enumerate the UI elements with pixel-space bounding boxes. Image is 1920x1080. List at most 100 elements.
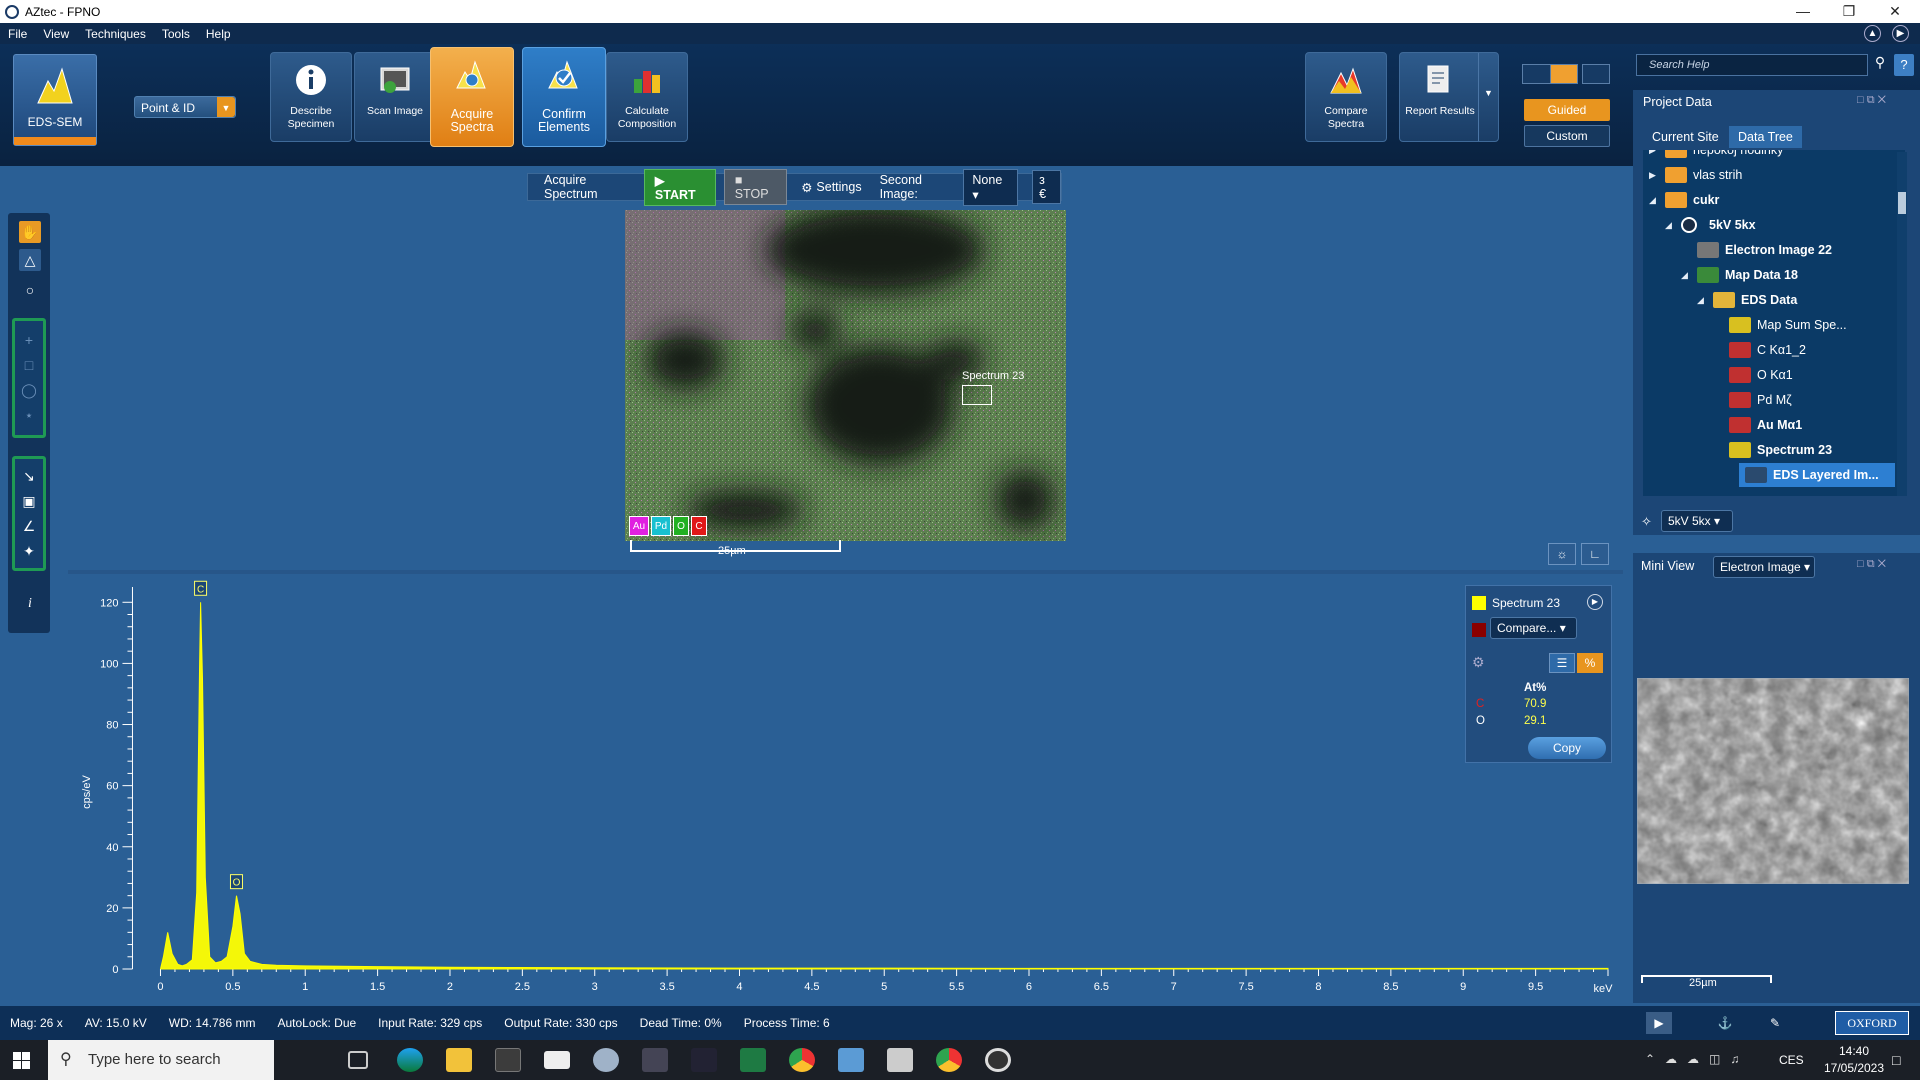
tree-item[interactable]: ▶ vlas strih <box>1643 163 1905 187</box>
tree-item[interactable]: ◢ 5kV 5kx <box>1643 213 1905 237</box>
rect-tool-icon[interactable]: □ <box>18 354 40 376</box>
tab-data-tree[interactable]: Data Tree <box>1729 126 1802 148</box>
peak-label-c[interactable]: C <box>194 580 208 596</box>
expand-arrow-icon[interactable]: ◢ <box>1649 188 1659 212</box>
menu-view[interactable]: View <box>43 27 69 41</box>
language-indicator[interactable]: CES <box>1779 1053 1804 1067</box>
eds-sem-button[interactable]: EDS-SEM <box>13 54 97 146</box>
tree-scroll-thumb[interactable] <box>1898 192 1906 214</box>
tree-item[interactable]: C Kα1_2 <box>1643 338 1905 362</box>
info-tool-icon[interactable]: i <box>19 593 41 615</box>
copy-button[interactable]: Copy <box>1528 737 1606 759</box>
layout-chart-button[interactable] <box>1582 64 1610 84</box>
task-view-icon[interactable] <box>348 1051 368 1069</box>
percent-icon[interactable]: % <box>1577 653 1603 673</box>
store-icon[interactable] <box>495 1048 521 1072</box>
hand-tool-icon[interactable]: ✋ <box>19 221 41 243</box>
compare-spectra-button[interactable]: Compare Spectra <box>1305 52 1387 142</box>
tree-item[interactable]: Electron Image 22 <box>1643 238 1905 262</box>
excel-icon[interactable] <box>740 1048 766 1072</box>
menu-file[interactable]: File <box>8 27 27 41</box>
clock-time[interactable]: 14:40 <box>1820 1044 1888 1058</box>
compare-dropdown[interactable]: Compare... ▾ <box>1490 617 1577 639</box>
taskbar-search[interactable]: ⚲ Type here to search <box>48 1040 274 1080</box>
layout-split-button[interactable] <box>1550 64 1578 84</box>
windows-start-icon[interactable] <box>13 1052 30 1069</box>
close-button[interactable]: ✕ <box>1872 0 1918 23</box>
calculate-composition-button[interactable]: Calculate Composition <box>606 52 688 142</box>
element-map[interactable]: Spectrum 23 Au Pd O C <box>625 210 1066 541</box>
histogram-icon[interactable]: ∟ <box>1581 543 1609 565</box>
report-results-button[interactable]: Report Results ▼ <box>1399 52 1499 142</box>
file-explorer-icon[interactable] <box>446 1048 472 1072</box>
search-help-input[interactable]: Search Help <box>1636 54 1868 76</box>
mini-panel-controls[interactable]: □ ⧉ ✕ <box>1857 558 1886 571</box>
describe-specimen-button[interactable]: Describe Specimen <box>270 52 352 142</box>
tree-item[interactable]: Spectrum 23 <box>1643 438 1905 462</box>
tree-item[interactable]: ◢ Map Data 18 <box>1643 263 1905 287</box>
acquire-spectra-button[interactable]: Acquire Spectra <box>430 47 514 147</box>
minimize-button[interactable]: — <box>1780 0 1826 23</box>
gear-icon[interactable]: ⚙ <box>801 180 812 195</box>
peak-label-o[interactable]: O <box>229 874 243 890</box>
tree-item[interactable]: O Kα1 <box>1643 363 1905 387</box>
tree-item[interactable]: EDS Layered Im... <box>1739 463 1895 487</box>
help-icon[interactable]: ? <box>1894 54 1914 76</box>
guided-button[interactable]: Guided <box>1524 99 1610 121</box>
menu-techniques[interactable]: Techniques <box>85 27 146 41</box>
angle-tool-icon[interactable]: ∠ <box>18 515 40 537</box>
play-icon[interactable]: ▶ <box>1646 1012 1672 1034</box>
stop-button[interactable]: ■ STOP <box>723 169 788 205</box>
expand-arrow-icon[interactable]: ◢ <box>1681 263 1691 287</box>
panel-controls[interactable]: □ ⧉ ✕ <box>1857 94 1886 107</box>
line-tool-icon[interactable]: ↘ <box>18 465 40 487</box>
point-tool-icon[interactable]: + <box>18 329 40 351</box>
probe-icon[interactable]: ✎ <box>1762 1012 1788 1034</box>
point-id-dropdown[interactable]: Point & ID ▼ <box>134 96 236 118</box>
pointer-tool-icon[interactable]: △ <box>19 249 41 271</box>
tree-item[interactable]: Au Mα1 <box>1643 413 1905 437</box>
brightness-icon[interactable]: ☼ <box>1548 543 1576 565</box>
app-icon[interactable] <box>593 1048 619 1072</box>
confirm-elements-button[interactable]: Confirm Elements <box>522 47 606 147</box>
custom-button[interactable]: Custom <box>1524 125 1610 147</box>
spectrum-region[interactable] <box>962 385 992 405</box>
start-button[interactable]: ▶ START <box>643 168 716 206</box>
clock-date[interactable]: 17/05/2023 <box>1820 1061 1888 1075</box>
menu-help[interactable]: Help <box>206 27 231 41</box>
aztec-running-icon[interactable] <box>985 1048 1011 1072</box>
pane-splitter[interactable] <box>68 570 1623 574</box>
chrome-profile-icon[interactable] <box>936 1048 962 1072</box>
element-chip-o[interactable]: O <box>673 516 689 536</box>
tree-item[interactable]: ◢ EDS Data <box>1643 288 1905 312</box>
box-measure-icon[interactable]: ▣ <box>18 490 40 512</box>
second-image-select[interactable]: None ▾ <box>963 168 1019 206</box>
app3-icon[interactable] <box>838 1048 864 1072</box>
settings-button[interactable]: Settings <box>816 180 861 194</box>
nav-up-icon[interactable]: ▲ <box>1864 25 1881 42</box>
tab-current-site[interactable]: Current Site <box>1643 126 1728 148</box>
element-chip-c[interactable]: C <box>691 516 707 536</box>
ellipse-tool-icon[interactable]: ◯ <box>18 379 40 401</box>
gear-icon[interactable]: ⚙ <box>1472 654 1485 671</box>
expand-arrow-icon[interactable]: ◢ <box>1665 213 1675 237</box>
restore-button[interactable]: ❐ <box>1826 0 1872 23</box>
menu-tools[interactable]: Tools <box>162 27 190 41</box>
expand-arrow-icon[interactable]: ▶ <box>1649 150 1659 162</box>
list-view-icon[interactable]: ☰ <box>1549 653 1575 673</box>
stage-icon[interactable]: ⚓ <box>1712 1012 1738 1034</box>
app2-icon[interactable] <box>691 1048 717 1072</box>
energy-unit-button[interactable]: з € <box>1032 170 1062 204</box>
expand-arrow-icon[interactable]: ◢ <box>1697 288 1707 312</box>
tray-icons[interactable]: ⌃☁☁◫♫ <box>1645 1052 1749 1066</box>
element-chip-au[interactable]: Au <box>629 516 649 536</box>
freehand-tool-icon[interactable]: ⋆ <box>18 404 40 426</box>
calculator-icon[interactable] <box>887 1048 913 1072</box>
spectrum-chart[interactable]: 0 20 40 60 80 100 120 0 0.5 1 1.5 2 2.5 3 3.5 4 4.5 5 5.5… <box>68 577 1623 1002</box>
expand-arrow-icon[interactable]: ▶ <box>1649 163 1659 187</box>
search-icon[interactable]: ⚲ <box>1870 54 1890 76</box>
edge-icon[interactable] <box>397 1048 423 1072</box>
mini-view-select[interactable]: Electron Image ▾ <box>1713 556 1815 578</box>
nav-forward-icon[interactable]: ▶ <box>1892 25 1909 42</box>
tree-item[interactable]: ▶ nepokoj hodinky <box>1643 150 1905 162</box>
